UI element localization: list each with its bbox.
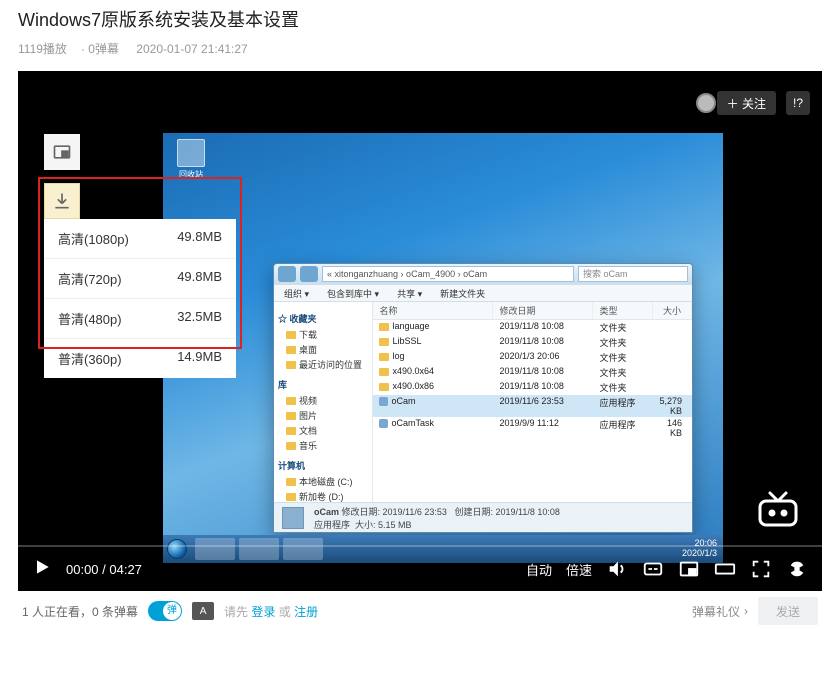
subtitle-button[interactable] — [642, 558, 664, 580]
video-player[interactable]: 回收站 « xitonganzhuang › oCam_4900 › oCam … — [18, 71, 822, 591]
pip-control-button[interactable] — [678, 558, 700, 580]
send-button[interactable]: 发送 — [758, 597, 818, 625]
explorer-nav-pane: ☆ 收藏夹 下载 桌面 最近访问的位置 库 视频 图片 文档 音乐 计算机 本地… — [274, 302, 373, 502]
speed-selector[interactable]: 倍速 — [566, 560, 592, 579]
video-frame-desktop: 回收站 « xitonganzhuang › oCam_4900 › oCam … — [163, 133, 723, 563]
page-title: Windows7原版系统安装及基本设置 — [18, 0, 822, 32]
player-controls: 00:00 / 04:27 自动 倍速 — [18, 547, 822, 591]
danmaku-toggle[interactable] — [148, 601, 182, 621]
forward-button — [300, 266, 318, 282]
download-quality-menu: 高清(1080p)49.8MB 高清(720p)49.8MB 普清(480p)3… — [44, 219, 236, 378]
danmaku-etiquette-link[interactable]: 弹幕礼仪› — [692, 603, 748, 620]
logo-icon — [754, 489, 802, 529]
explorer-window: « xitonganzhuang › oCam_4900 › oCam 搜索 o… — [273, 263, 693, 533]
pip-button[interactable] — [44, 134, 80, 170]
download-button[interactable] — [44, 183, 80, 219]
danmaku-settings-button[interactable]: A — [192, 602, 214, 620]
pip-icon — [52, 142, 72, 162]
back-button — [278, 266, 296, 282]
register-link[interactable]: 注册 — [294, 605, 318, 619]
play-icon — [32, 557, 52, 577]
volume-button[interactable] — [606, 558, 628, 580]
address-bar: « xitonganzhuang › oCam_4900 › oCam — [322, 266, 574, 282]
search-box: 搜索 oCam — [578, 266, 688, 282]
pip-small-icon — [678, 558, 700, 580]
help-button[interactable]: !? — [786, 91, 810, 115]
uploader-avatar[interactable] — [696, 93, 716, 113]
quality-option-360p[interactable]: 普清(360p)14.9MB — [44, 339, 236, 378]
danmaku-bar: 1 人正在看，0 条弹幕 A 请先 登录 或 注册 弹幕礼仪› 发送 — [18, 591, 822, 631]
watching-count: 1 人正在看，0 条弹幕 — [22, 603, 138, 620]
time-display: 00:00 / 04:27 — [66, 562, 142, 577]
publish-date: 2020-01-07 21:41:27 — [136, 42, 247, 56]
widescreen-icon — [714, 558, 736, 580]
quality-option-720p[interactable]: 高清(720p)49.8MB — [44, 259, 236, 299]
danmaku-input-placeholder[interactable]: 请先 登录 或 注册 — [224, 603, 318, 620]
fullscreen-icon — [750, 558, 772, 580]
quality-option-1080p[interactable]: 高清(1080p)49.8MB — [44, 219, 236, 259]
quality-selector[interactable]: 自动 — [526, 560, 552, 579]
radiation-icon — [786, 558, 808, 580]
danmaku-count: 0弹幕 — [88, 42, 119, 56]
subtitle-icon — [642, 558, 664, 580]
recycle-bin-icon: 回收站 — [171, 139, 211, 180]
explorer-toolbar: 组织 ▾ 包含到库中 ▾ 共享 ▾ 新建文件夹 — [274, 284, 692, 302]
volume-icon — [606, 558, 628, 580]
play-button[interactable] — [32, 557, 52, 582]
file-list: 名称 修改日期 类型 大小 language2019/11/8 10:08文件夹… — [373, 302, 692, 502]
misc-button[interactable] — [786, 558, 808, 580]
login-link[interactable]: 登录 — [251, 605, 275, 619]
follow-button[interactable]: ＋ 关注 — [717, 91, 776, 115]
widescreen-button[interactable] — [714, 558, 736, 580]
chevron-right-icon: › — [744, 604, 748, 618]
play-count: 1119播放 — [18, 42, 67, 56]
video-meta: 1119播放· 0弹幕 2020-01-07 21:41:27 — [18, 32, 822, 71]
explorer-status-bar: oCam 修改日期: 2019/11/6 23:53 创建日期: 2019/11… — [274, 502, 692, 532]
fullscreen-button[interactable] — [750, 558, 772, 580]
download-icon — [52, 191, 72, 211]
quality-option-480p[interactable]: 普清(480p)32.5MB — [44, 299, 236, 339]
